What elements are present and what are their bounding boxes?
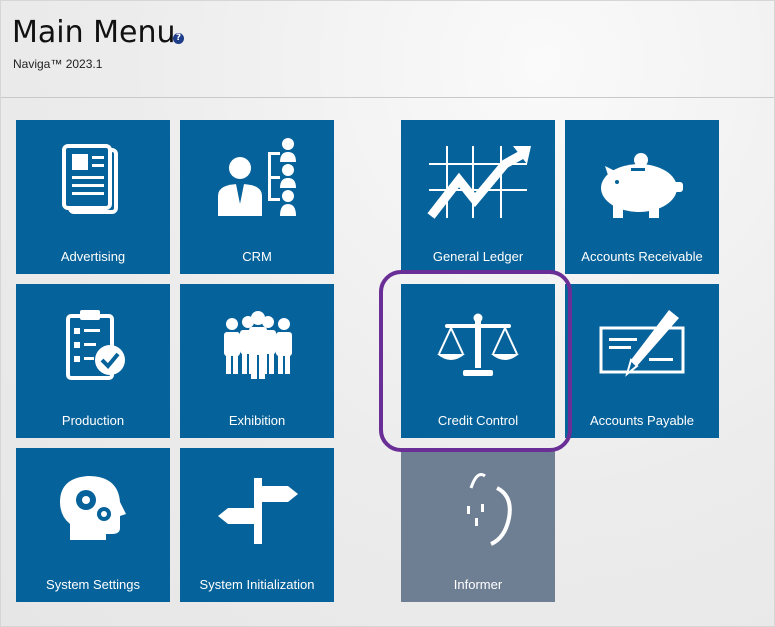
tile-exhibition[interactable]: Exhibition xyxy=(180,284,334,438)
tile-label: Informer xyxy=(453,577,503,592)
tile-credit-control[interactable]: Credit Control xyxy=(401,284,555,438)
tile-general-ledger[interactable]: General Ledger xyxy=(401,120,555,274)
clipboard-check-icon xyxy=(66,310,125,380)
tile-label: Accounts Receivable xyxy=(581,249,703,264)
tile-informer[interactable]: Informer xyxy=(401,448,555,602)
tile-system-settings[interactable]: System Settings xyxy=(16,448,170,602)
chart-grid-icon xyxy=(427,146,531,219)
tile-label: General Ledger xyxy=(432,249,524,264)
tile-label: System Initialization xyxy=(199,577,315,592)
scales-icon xyxy=(437,313,519,376)
tile-label: CRM xyxy=(242,249,272,264)
tile-label: System Settings xyxy=(46,577,140,592)
tile-crm[interactable]: CRM xyxy=(180,120,334,274)
piggy-bank-icon xyxy=(601,153,683,218)
apple-icon xyxy=(467,473,512,546)
page-header: Main Menu ? Naviga™ 2023.1 xyxy=(1,1,774,98)
signpost-icon xyxy=(218,478,298,544)
help-icon[interactable]: ? xyxy=(173,33,184,44)
people-group-icon xyxy=(224,311,292,379)
version-label: Naviga™ 2023.1 xyxy=(13,57,103,71)
tile-label: Exhibition xyxy=(228,413,286,428)
tile-label: Advertising xyxy=(60,249,126,264)
tile-label: Accounts Payable xyxy=(589,413,695,428)
tile-advertising[interactable]: Advertising xyxy=(16,120,170,274)
org-chart-icon xyxy=(218,138,296,216)
page-title: Main Menu xyxy=(12,15,176,50)
check-pen-icon xyxy=(599,310,685,377)
tile-accounts-receivable[interactable]: Accounts Receivable xyxy=(565,120,719,274)
tile-label: Production xyxy=(61,413,125,428)
head-gears-icon xyxy=(60,476,126,540)
tile-production[interactable]: Production xyxy=(16,284,170,438)
tile-system-initialization[interactable]: System Initialization xyxy=(180,448,334,602)
newspaper-icon xyxy=(62,144,118,214)
tile-label: Credit Control xyxy=(437,413,519,428)
tile-accounts-payable[interactable]: Accounts Payable xyxy=(565,284,719,438)
